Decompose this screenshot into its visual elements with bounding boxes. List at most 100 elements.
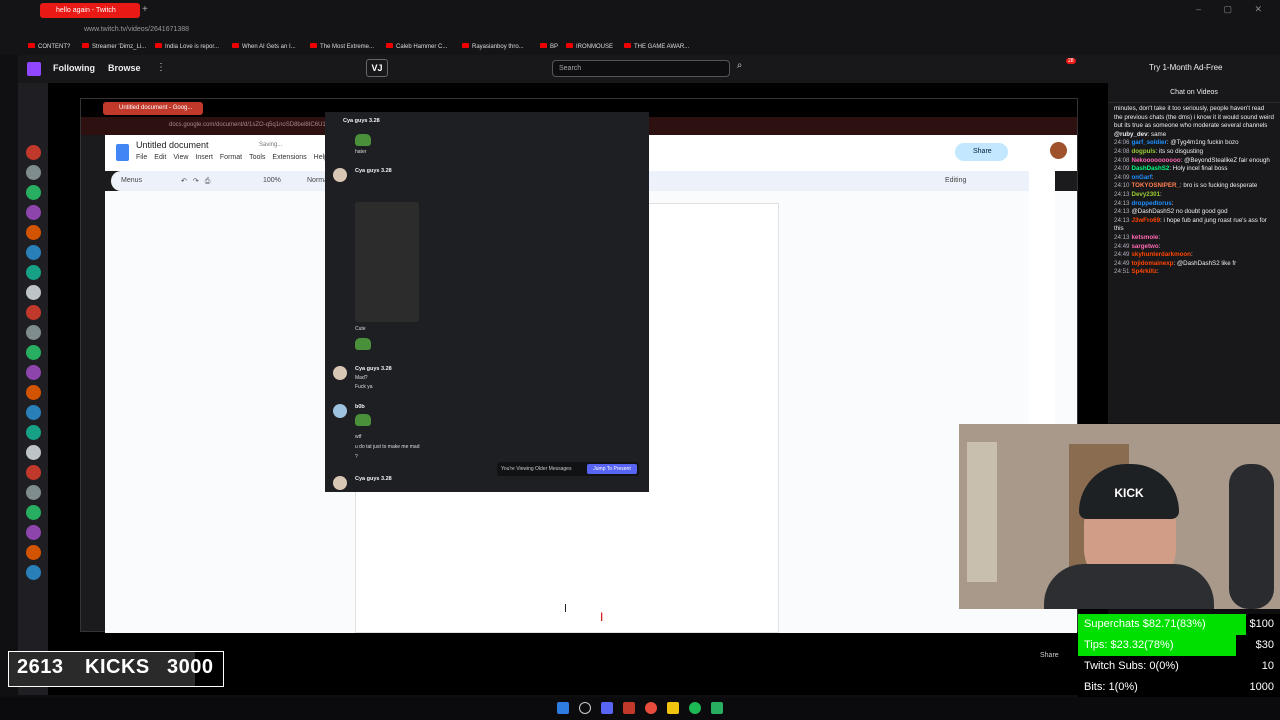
docs-logo-icon[interactable]: [116, 144, 129, 161]
followed-channel-avatar[interactable]: [26, 285, 41, 300]
followed-channel-avatar[interactable]: [26, 225, 41, 240]
chat-username[interactable]: DashDashS2: [1131, 165, 1169, 172]
goal-row: Twitch Subs: 0(0%) 10: [1078, 656, 1280, 677]
twitch-logo-icon[interactable]: [27, 62, 41, 76]
docs-menu-format[interactable]: Format: [220, 154, 242, 161]
chat-timestamp: 24:08: [1114, 156, 1130, 164]
jump-to-present-button[interactable]: Jump To Present: [587, 464, 637, 474]
file-explorer-icon[interactable]: [667, 702, 679, 714]
followed-channel-avatar[interactable]: [26, 465, 41, 480]
bookmark-item[interactable]: THE GAME AWAR...: [624, 43, 689, 50]
address-url[interactable]: www.twitch.tv/videos/2641671388: [84, 26, 189, 33]
followed-channel-avatar[interactable]: [26, 145, 41, 160]
chrome-icon[interactable]: [645, 702, 657, 714]
app-icon[interactable]: [711, 702, 723, 714]
new-tab-icon[interactable]: +: [142, 4, 148, 15]
docs-menu-tools[interactable]: Tools: [249, 154, 265, 161]
windows-start-icon[interactable]: [557, 702, 569, 714]
docs-menu-edit[interactable]: Edit: [154, 154, 166, 161]
browser-tab-active[interactable]: hello again - Twitch: [40, 3, 140, 18]
address-bar[interactable]: www.twitch.tv/videos/2641671388: [0, 20, 1280, 40]
followed-channel-avatar[interactable]: [26, 385, 41, 400]
undo-redo-print-icons[interactable]: ↶↷⎙: [181, 177, 216, 186]
goal-row: Bits: 1(0%) 1000: [1078, 677, 1280, 698]
bookmark-item[interactable]: IRONMOUSE: [566, 43, 613, 50]
followed-channel-avatar[interactable]: [26, 405, 41, 420]
bookmark-item[interactable]: Caleb Hammer C...: [386, 43, 447, 50]
chat-username[interactable]: onGarf: [1131, 174, 1151, 181]
followed-channel-avatar[interactable]: [26, 305, 41, 320]
message-text: Cute: [355, 326, 366, 332]
message-text: hater: [355, 149, 367, 155]
spotify-icon[interactable]: [689, 702, 701, 714]
followed-channel-avatar[interactable]: [26, 365, 41, 380]
followed-channel-avatar[interactable]: [26, 205, 41, 220]
vj-extension-button[interactable]: VJ: [366, 59, 388, 77]
chat-username[interactable]: garf_soldier: [1131, 139, 1166, 146]
search-icon[interactable]: ⌕: [732, 60, 747, 77]
doc-title[interactable]: Untitled document: [136, 140, 209, 150]
webcam-window-blind: [967, 442, 997, 582]
bookmark-item[interactable]: Rayasianboy thro...: [462, 43, 524, 50]
chat-username[interactable]: droppedtorus: [1131, 200, 1171, 207]
followed-channel-avatar[interactable]: [26, 505, 41, 520]
docs-browser-tab[interactable]: Untitled document - Goog...: [103, 102, 203, 115]
avatar: [333, 366, 347, 380]
bookmark-item[interactable]: CONTENT?: [28, 43, 70, 50]
docs-menu-file[interactable]: File: [136, 154, 147, 161]
player-share-button[interactable]: Share: [1040, 652, 1059, 659]
followed-channel-avatar[interactable]: [26, 565, 41, 580]
followed-channel-avatar[interactable]: [26, 325, 41, 340]
followed-channel-avatar[interactable]: [26, 485, 41, 500]
chat-username[interactable]: sargetwo: [1131, 243, 1158, 250]
followed-channel-avatar[interactable]: [26, 545, 41, 560]
followed-channel-avatar[interactable]: [26, 265, 41, 280]
chat-username[interactable]: Nekoooooooooo: [1131, 157, 1180, 164]
chat-username[interactable]: tojidomainexp: [1131, 260, 1173, 267]
twitch-top-nav: Following Browse ⋮ VJ Search ⌕ 28 Try 1-…: [18, 55, 1280, 83]
nav-browse[interactable]: Browse: [108, 63, 141, 73]
bookmark-item[interactable]: Streamer 'Dimz_Li...: [82, 43, 146, 50]
window-controls[interactable]: – ▢ ✕: [1196, 4, 1272, 15]
docs-menu-view[interactable]: View: [173, 154, 188, 161]
bookmark-item[interactable]: The Most Extreme...: [310, 43, 374, 50]
chat-username[interactable]: J3wFro69: [1131, 217, 1160, 224]
goal-value: $23.32(78%): [1110, 639, 1174, 651]
bookmark-item[interactable]: BP: [540, 43, 558, 50]
docs-account-avatar[interactable]: [1050, 142, 1067, 159]
nav-following[interactable]: Following: [53, 63, 95, 73]
chat-username[interactable]: ketsmole: [1131, 234, 1158, 241]
followed-channel-avatar[interactable]: [26, 345, 41, 360]
chat-username[interactable]: skyhunterdarkmoon: [1131, 251, 1190, 258]
chat-username[interactable]: Sp4rkillz: [1131, 268, 1156, 275]
followed-channel-avatar[interactable]: [26, 525, 41, 540]
docs-menu-insert[interactable]: Insert: [195, 154, 213, 161]
search-icon[interactable]: [579, 702, 591, 714]
chat-username[interactable]: TOKYOSNIPER_: [1131, 182, 1179, 189]
editing-mode-select[interactable]: Editing: [945, 177, 966, 184]
bookmark-item[interactable]: When AI Gets an I...: [232, 43, 296, 50]
discord-icon[interactable]: [601, 702, 613, 714]
docs-share-button[interactable]: Share: [955, 143, 1008, 161]
menus-search[interactable]: Menus: [121, 177, 142, 184]
browser-tab-title: hello again - Twitch: [56, 7, 116, 14]
chat-username[interactable]: Devy2301: [1131, 191, 1160, 198]
zoom-select[interactable]: 100%: [263, 177, 281, 184]
more-menu-icon[interactable]: ⋮: [156, 62, 166, 73]
opera-icon[interactable]: [623, 702, 635, 714]
message-author: b0b: [355, 404, 365, 410]
ad-free-button[interactable]: Try 1-Month Ad-Free: [1149, 63, 1223, 72]
followed-channel-avatar[interactable]: [26, 245, 41, 260]
followed-channel-avatar[interactable]: [26, 165, 41, 180]
bookmark-item[interactable]: India Love is repor...: [155, 43, 219, 50]
text-cursor: [565, 604, 566, 612]
docs-menu-extensions[interactable]: Extensions: [272, 154, 306, 161]
search-input[interactable]: Search: [552, 60, 730, 77]
webcam-overlay: KICK: [959, 424, 1280, 609]
followed-channel-avatar[interactable]: [26, 425, 41, 440]
followed-channel-avatar[interactable]: [26, 445, 41, 460]
chat-username[interactable]: dogpuls: [1131, 148, 1155, 155]
chat-username[interactable]: @ruby_dev: [1114, 131, 1148, 138]
followed-channel-avatar[interactable]: [26, 185, 41, 200]
kicks-goal: 3000: [167, 656, 214, 678]
